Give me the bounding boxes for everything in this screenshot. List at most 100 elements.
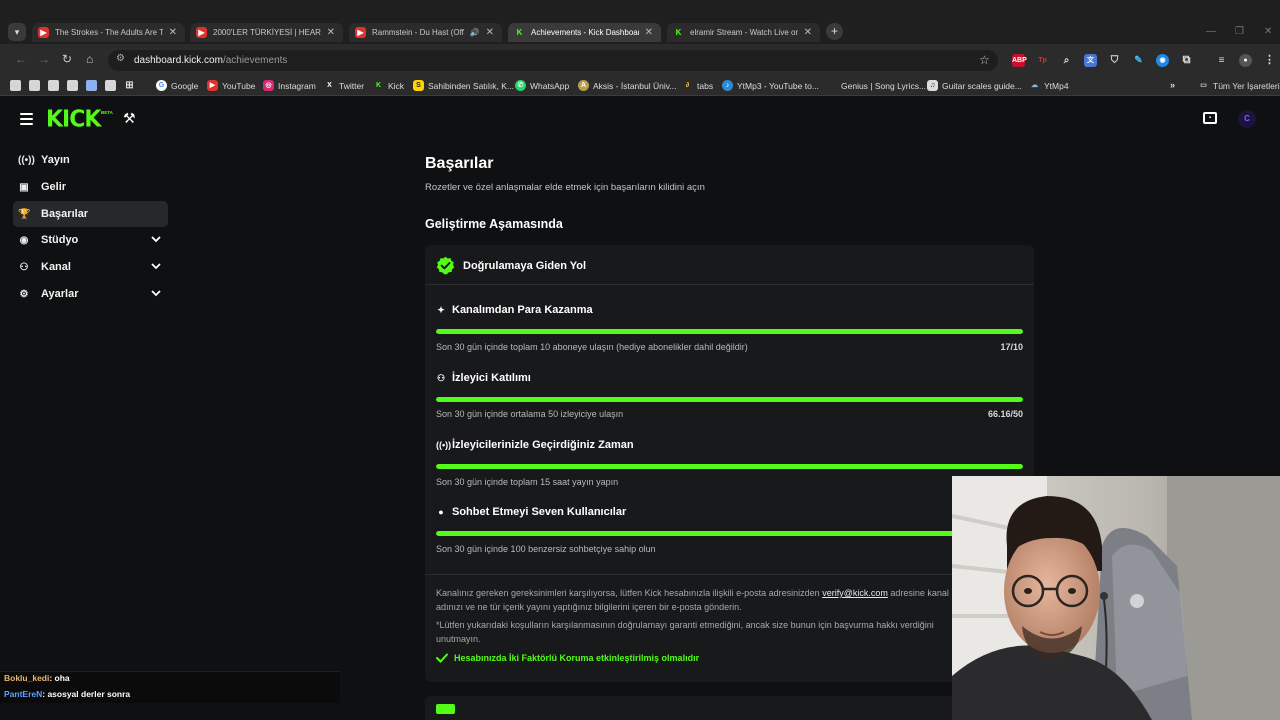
shield-extension-icon[interactable]: ⛉ [1108, 54, 1121, 67]
sidebar-item-ayarlar[interactable]: ⚙ Ayarlar [13, 281, 168, 307]
translate-extension-icon[interactable]: 文 [1084, 54, 1097, 67]
progress-fill [436, 464, 1023, 469]
avatar[interactable]: C [1238, 110, 1256, 128]
tp-extension-icon[interactable]: Tp [1036, 54, 1049, 67]
browser-tab-4[interactable]: K Achievements - Kick Dashboard ✕ [508, 23, 661, 42]
close-icon[interactable]: ✕ [645, 27, 653, 38]
verify-email-link[interactable]: verify@kick.com [822, 588, 888, 598]
check-icon [436, 653, 448, 663]
close-icon[interactable]: ✕ [169, 27, 177, 38]
bookmark-folder-icon[interactable] [67, 80, 78, 91]
badge-icon [436, 704, 455, 714]
page-subtitle: Rozetler ve özel anlaşmalar elde etmek i… [425, 182, 705, 193]
sidebar-item-basarilar[interactable]: 🏆 Başarılar [13, 201, 168, 227]
reload-icon[interactable]: ↻ [62, 52, 72, 66]
youtube-icon: ▶ [355, 27, 366, 38]
achievement-title: ● Sohbet Etmeyi Seven Kullanıcılar [436, 506, 626, 518]
stream-preview-icon[interactable]: ▪ [1203, 112, 1217, 124]
achievement-description: Son 30 gün içinde ortalama 50 izleyiciye… [436, 409, 624, 419]
achievement-description: Son 30 gün içinde toplam 15 saat yayın y… [436, 477, 619, 487]
sidebar-item-gelir[interactable]: ▣ Gelir [13, 174, 168, 200]
extensions-puzzle-icon[interactable]: ⧉ [1180, 54, 1193, 67]
bookmarks-overflow-icon[interactable]: » [1167, 79, 1178, 92]
tab-search-button[interactable]: ▾ [8, 23, 26, 41]
bookmark-instagram[interactable]: ◎ Instagram [263, 79, 316, 92]
disclaimer-note: *Lütfen yukarıdaki koşulların karşılanma… [436, 620, 934, 644]
revenue-icon: ▣ [19, 181, 29, 193]
new-tab-button[interactable]: + [826, 23, 843, 40]
media-control-icon[interactable]: ≡ [1215, 54, 1228, 67]
menu-icon[interactable] [20, 113, 33, 125]
close-icon[interactable]: ✕ [486, 27, 494, 38]
back-icon[interactable]: ← [15, 52, 27, 66]
sidebar-item-kanal[interactable]: ⚇ Kanal [13, 254, 168, 280]
progress-fill [436, 397, 1023, 402]
bookmark-whatsapp[interactable]: ✆ WhatsApp [515, 79, 569, 92]
chevron-down-icon [151, 263, 161, 270]
browser-tab-5[interactable]: K elramir Stream - Watch Live on ✕ [667, 23, 820, 42]
profile-icon[interactable]: ● [1239, 54, 1252, 67]
search-extension-icon[interactable]: ⌕ [1060, 54, 1073, 67]
browser-tab-1[interactable]: ▶ The Strokes - The Adults Are Ta ✕ [32, 23, 185, 42]
browser-tab-3[interactable]: ▶ Rammstein - Du Hast (Offic 🔊 ✕ [349, 23, 502, 42]
maximize-icon[interactable]: ❐ [1235, 26, 1244, 37]
home-icon[interactable]: ⌂ [86, 52, 93, 66]
minimize-icon[interactable]: — [1206, 26, 1216, 37]
bookmark-aksis[interactable]: A Aksis - İstanbul Üniv... [578, 79, 676, 92]
window-close-icon[interactable]: ✕ [1264, 26, 1272, 37]
progress-bar [436, 464, 1023, 469]
tabs-icon: ∂ [685, 82, 690, 89]
chat-message: PantEreN: asosyal derler sonra [4, 689, 131, 699]
bookmark-folder-icon[interactable] [10, 80, 21, 91]
site-info-icon[interactable]: ⚙ [116, 53, 125, 64]
bookmark-youtube[interactable]: ▶ YouTube [207, 79, 255, 92]
kick-logo[interactable]: KICK [46, 106, 101, 132]
chat-message: Boklu_kedi: oha [4, 673, 70, 683]
bookmark-folder-icon[interactable] [86, 80, 97, 91]
trophy-icon: 🏆 [18, 208, 31, 220]
channel-icon: ⚇ [19, 261, 29, 273]
bookmark-folder-icon[interactable] [105, 80, 116, 91]
bookmark-folder-icon[interactable] [48, 80, 59, 91]
google-icon: G [156, 80, 167, 91]
close-icon[interactable]: ✕ [327, 27, 335, 38]
beta-badge: BETA [101, 110, 113, 115]
bookmark-folder-icon[interactable] [29, 80, 40, 91]
bookmark-google[interactable]: G Google [156, 79, 198, 92]
youtube-icon: ▶ [196, 27, 207, 38]
youtube-icon: ▶ [38, 27, 49, 38]
speaker-icon[interactable]: 🔊 [470, 28, 480, 37]
bookmark-kick[interactable]: K Kick [373, 79, 404, 92]
progress-bar [436, 531, 1023, 536]
vpn-extension-icon[interactable]: ◉ [1156, 54, 1169, 67]
sidebar-item-studyo[interactable]: ◉ Stüdyo [13, 227, 168, 253]
bookmark-star-icon[interactable]: ☆ [979, 53, 990, 67]
close-icon[interactable]: ✕ [804, 27, 812, 38]
adblock-extension-icon[interactable]: ABP [1012, 54, 1027, 67]
bookmark-genius[interactable]: Genius | Song Lyrics... [826, 79, 926, 92]
hammer-icon[interactable]: ⚒ [123, 110, 136, 127]
kick-icon: K [375, 82, 382, 89]
achievement-description: Son 30 gün içinde toplam 10 aboneye ulaş… [436, 342, 748, 352]
bookmark-guitar-scales[interactable]: ♫ Guitar scales guide... [927, 79, 1022, 92]
url-field[interactable]: dashboard.kick.com/achievements [108, 50, 998, 71]
progress-bar [436, 397, 1023, 402]
bookmark-ytmp4[interactable]: ☁ YtMp4 [1029, 79, 1069, 92]
sidebar-item-yayin[interactable]: ((•)) Yayın [13, 147, 168, 173]
tool-extension-icon[interactable]: ✎ [1132, 54, 1145, 67]
bookmark-tabs[interactable]: ∂ tabs [682, 79, 713, 92]
browser-tab-2[interactable]: ▶ 2000'LER TÜRKİYESİ | HEARTS O ✕ [190, 23, 343, 42]
divider [425, 284, 1034, 285]
x-icon: X [327, 82, 332, 89]
browser-menu-icon[interactable]: ⋮ [1263, 54, 1276, 67]
youtube-icon: ▶ [207, 80, 218, 91]
all-bookmarks-folder[interactable]: ▭ Tüm Yer İşaretleri [1198, 79, 1279, 92]
apps-grid-icon[interactable]: ⊞ [124, 79, 135, 92]
bookmark-ytmp3[interactable]: ♪ YtMp3 - YouTube to... [722, 79, 819, 92]
divider [425, 574, 1034, 575]
bookmark-twitter[interactable]: X Twitter [324, 79, 364, 92]
whatsapp-icon: ✆ [515, 80, 526, 91]
forward-icon[interactable]: → [38, 52, 50, 66]
dashboard-header [0, 97, 1280, 141]
bookmark-sahibinden[interactable]: S Sahibinden Satılık, K... [413, 79, 514, 92]
